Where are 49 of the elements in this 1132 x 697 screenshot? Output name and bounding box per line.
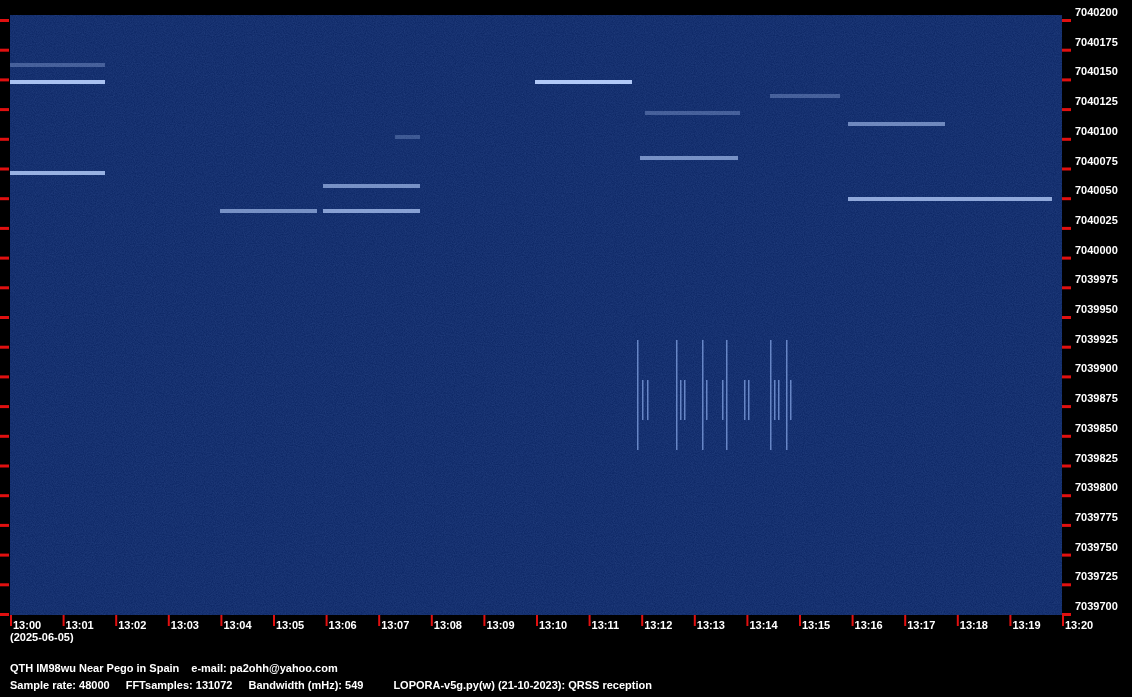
frequency-label: 7039950	[1075, 303, 1118, 316]
info-text: QTH IM98wu Near Pego in Spain	[10, 662, 180, 675]
frequency-label: 7040150	[1075, 65, 1118, 79]
info-text: LOPORA-v5g.py(w) (21-10-2023): QRSS reception	[393, 679, 652, 692]
time-label: 13:01	[65, 619, 94, 632]
frequency-label: 7039825	[1075, 451, 1118, 465]
time-label: 13:10	[539, 619, 568, 632]
time-label: 13:18	[959, 619, 988, 632]
frequency-label: 7039975	[1075, 273, 1118, 287]
time-label: 13:16	[854, 619, 883, 632]
frequency-label: 7040000	[1075, 243, 1118, 257]
frequency-label: 7040200	[1075, 6, 1118, 19]
frequency-label: 7040125	[1075, 95, 1118, 109]
frequency-label: 7039700	[1075, 600, 1118, 613]
frequency-label: 7039925	[1075, 332, 1118, 346]
info-text: Sample rate: 48000	[10, 679, 110, 692]
frequency-label: 7039875	[1075, 392, 1118, 406]
time-label: 13:13	[696, 619, 725, 632]
info-text: Bandwidth (mHz): 549	[248, 679, 364, 692]
time-label: 13:14	[749, 619, 778, 632]
time-label: 13:08	[433, 619, 462, 632]
time-label: 13:15	[802, 619, 831, 632]
time-label: 13:05	[276, 619, 305, 632]
frequency-label: 7040075	[1075, 154, 1118, 168]
time-label: 13:17	[907, 619, 936, 632]
time-label: 13:09	[486, 619, 515, 632]
info-text: FFTsamples: 131072	[125, 679, 233, 692]
frequency-label: 7039900	[1075, 362, 1118, 376]
frequency-label: 7040100	[1075, 124, 1118, 138]
time-label: 13:00	[13, 619, 42, 632]
time-label: 13:04	[223, 619, 252, 632]
frequency-label: 7039850	[1075, 421, 1118, 435]
frequency-label: 7040175	[1075, 35, 1118, 49]
time-label: 13:12	[644, 619, 673, 632]
time-label: 13:20	[1065, 619, 1094, 632]
time-label: 13:19	[1012, 619, 1041, 632]
time-label: 13:06	[328, 619, 357, 632]
frequency-label: 7039750	[1075, 540, 1118, 554]
info-text: e-mail: pa2ohh@yahoo.com	[191, 662, 338, 675]
frequency-label: 7040050	[1075, 184, 1118, 198]
time-label: 13:11	[591, 619, 620, 632]
date-label: (2025-06-05)	[10, 631, 74, 644]
time-label: 13:07	[381, 619, 410, 632]
frequency-label: 7040025	[1075, 213, 1118, 227]
time-label: 13:02	[118, 619, 147, 632]
time-label: 13:03	[170, 619, 199, 632]
frequency-label: 7039800	[1075, 481, 1118, 495]
frequency-label: 7039725	[1075, 570, 1118, 584]
frequency-label: 7039775	[1075, 510, 1118, 524]
